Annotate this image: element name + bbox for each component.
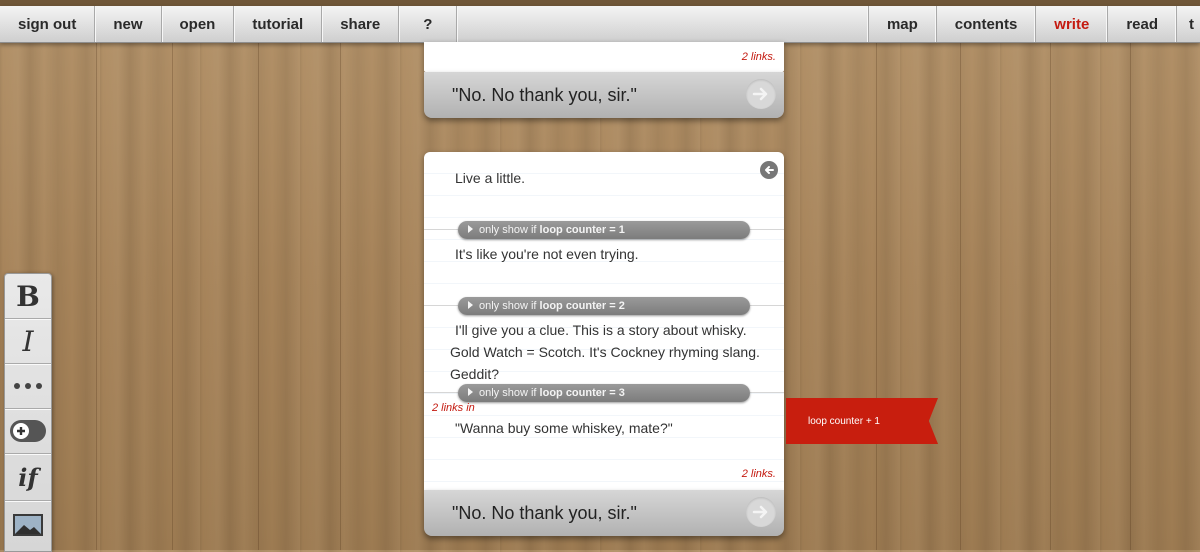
condition-toggle-1[interactable]: only show if loop counter = 1 [458,221,750,239]
condition-row-2: only show if loop counter = 2 [424,297,784,317]
previous-choice-bar[interactable]: "No. No thank you, sir." [424,72,784,118]
loop-counter-ribbon[interactable]: loop counter + 1 [786,398,938,444]
passage-card[interactable]: Live a little. only show if loop counter… [424,152,784,490]
links-count-note: 2 links. [741,468,776,480]
nav-new[interactable]: new [95,6,162,42]
nav-sign-out[interactable]: sign out [0,6,96,42]
top-navigation: sign out new open tutorial share ? map c… [0,6,1200,43]
nav-share[interactable]: share [322,6,400,42]
nav-map[interactable]: map [867,6,936,42]
condition-row-1: only show if loop counter = 1 [424,221,784,241]
more-button[interactable] [5,364,51,409]
condition-text-2: I'll give you a clue. This is a story ab… [450,322,760,382]
condition-toggle-2[interactable]: only show if loop counter = 2 [458,297,750,315]
condition-row-3: only show if loop counter = 3 [424,384,784,404]
nav-open[interactable]: open [162,6,235,42]
expand-triangle-icon [468,388,473,396]
insert-image-button[interactable] [5,501,51,549]
nav-overflow[interactable]: t [1176,6,1200,42]
passage-intro: Live a little. [455,170,526,186]
nav-help[interactable]: ? [399,6,458,42]
incoming-links-note[interactable]: 2 links in [432,402,475,414]
image-icon [13,514,43,536]
choice-text: "No. No thank you, sir." [452,84,637,105]
previous-passage-card[interactable]: 2 links. [424,42,784,72]
add-button[interactable] [5,409,51,454]
expand-triangle-icon [468,225,473,233]
expand-triangle-icon [468,301,473,309]
ellipsis-icon [14,383,42,389]
nav-write[interactable]: write [1035,6,1107,42]
condition-toggle-3[interactable]: only show if loop counter = 3 [458,384,750,402]
if-condition-button[interactable]: if [5,454,51,501]
plus-toggle-icon [10,420,46,442]
italic-button[interactable]: I [5,319,51,364]
back-arrow-icon[interactable] [760,161,778,179]
format-toolbar: B I if [4,273,52,552]
nav-right-group: map contents write read t [867,6,1200,42]
next-arrow-icon[interactable] [746,497,776,527]
condition-text-3: "Wanna buy some whiskey, mate?" [455,420,673,436]
nav-tutorial[interactable]: tutorial [234,6,323,42]
condition-text-1: It's like you're not even trying. [455,246,639,262]
nav-read[interactable]: read [1107,6,1176,42]
choice-text: "No. No thank you, sir." [452,502,637,523]
nav-left-group: sign out new open tutorial share ? [0,6,458,42]
choice-bar[interactable]: "No. No thank you, sir." [424,490,784,536]
links-count-note: 2 links. [741,51,776,63]
nav-contents[interactable]: contents [935,6,1036,42]
bold-button[interactable]: B [5,274,51,319]
next-arrow-icon[interactable] [746,79,776,109]
